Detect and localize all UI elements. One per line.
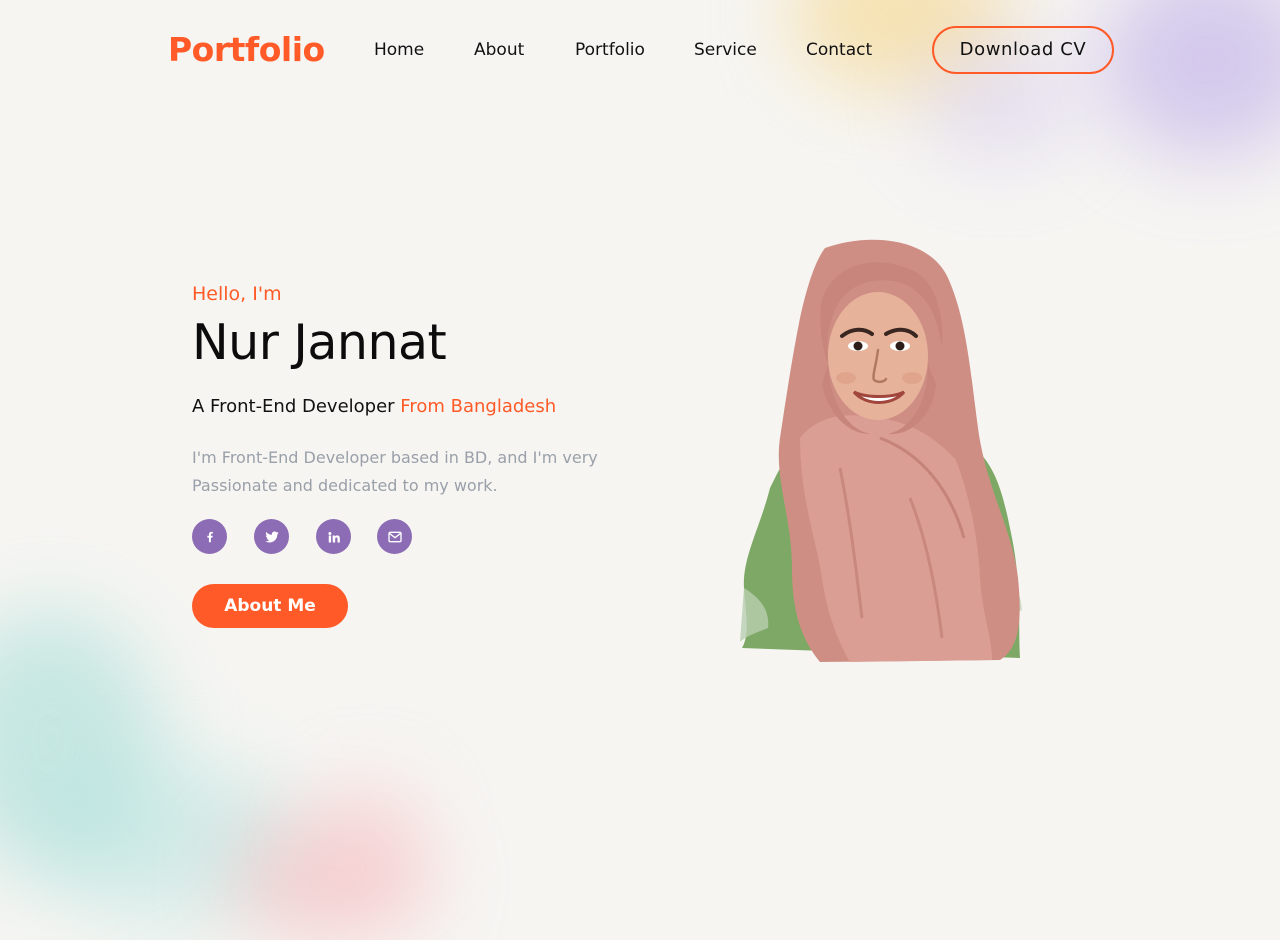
hero-role-prefix: A Front-End Developer xyxy=(192,396,395,417)
hero-bio: I'm Front-End Developer based in BD, and… xyxy=(192,448,598,495)
facebook-link[interactable] xyxy=(192,519,227,554)
nav-portfolio[interactable]: Portfolio xyxy=(575,38,645,62)
hero-role-accent: From Bangladesh xyxy=(400,396,557,417)
watercolor-blob xyxy=(40,760,300,920)
about-me-button[interactable]: About Me xyxy=(192,584,348,628)
watercolor-blob xyxy=(320,780,420,880)
watercolor-blob xyxy=(230,820,430,940)
twitter-icon xyxy=(264,531,279,542)
email-link[interactable] xyxy=(377,519,412,554)
nav-home[interactable]: Home xyxy=(374,38,424,62)
hero-role: A Front-End Developer From Bangladesh xyxy=(192,394,556,420)
site-header: Portfolio Home About Portfolio Service C… xyxy=(0,0,1280,100)
nav-service[interactable]: Service xyxy=(694,38,757,62)
nav-contact[interactable]: Contact xyxy=(806,38,872,62)
portrait-illustration xyxy=(740,239,1022,662)
download-cv-button[interactable]: Download CV xyxy=(932,26,1114,74)
hero-name: Nur Jannat xyxy=(192,314,447,371)
hero-greeting: Hello, I'm xyxy=(192,283,282,305)
nav-about[interactable]: About xyxy=(474,38,524,62)
mail-icon xyxy=(387,531,402,542)
site-logo[interactable]: Portfolio xyxy=(168,28,325,72)
watercolor-blob xyxy=(0,610,160,870)
facebook-icon xyxy=(206,531,213,542)
linkedin-link[interactable] xyxy=(316,519,351,554)
linkedin-icon xyxy=(327,531,340,543)
twitter-link[interactable] xyxy=(254,519,289,554)
